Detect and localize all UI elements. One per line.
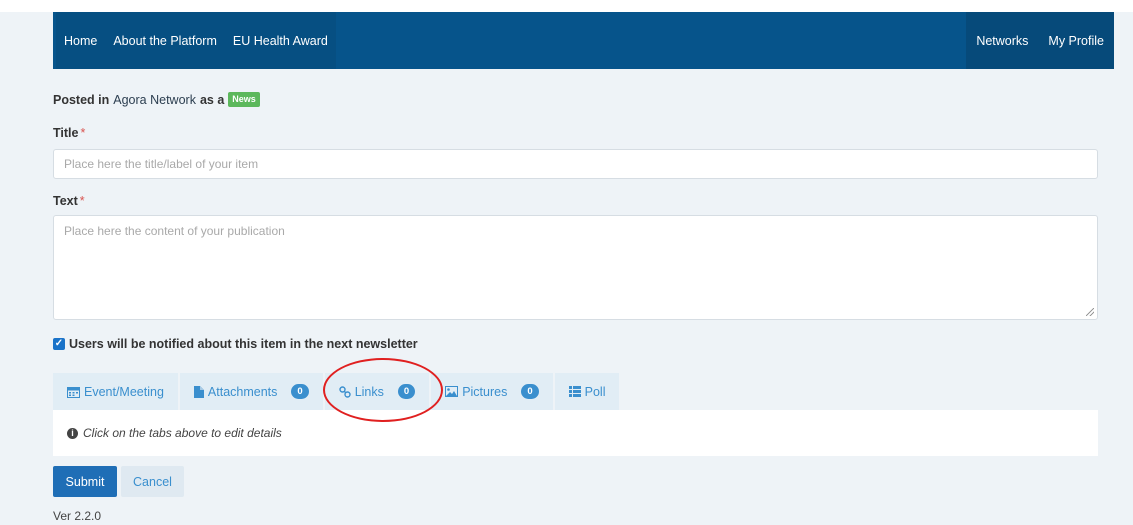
- tab-panel: i Click on the tabs above to edit detail…: [53, 410, 1098, 456]
- nav-networks[interactable]: Networks: [966, 12, 1039, 69]
- nav-home[interactable]: Home: [56, 12, 106, 69]
- version-label: Ver 2.2.0: [53, 509, 102, 523]
- title-label-text: Title: [53, 126, 79, 140]
- posted-prefix: Posted in: [53, 92, 110, 107]
- nav-left-group: Home About the Platform EU Health Award: [53, 12, 336, 69]
- calendar-icon: [67, 386, 80, 398]
- text-label: Text *: [53, 194, 85, 208]
- network-name: Agora Network: [113, 92, 196, 107]
- title-input[interactable]: Place here the title/label of your item: [53, 149, 1098, 179]
- link-icon: [339, 385, 351, 398]
- list-icon: [568, 386, 581, 397]
- nav-eu-health-award[interactable]: EU Health Award: [224, 12, 336, 69]
- tab-pictures[interactable]: Pictures 0: [431, 373, 553, 410]
- notify-label: Users will be notified about this item i…: [69, 337, 418, 351]
- notify-checkbox[interactable]: ✓: [53, 338, 65, 350]
- tab-label: Event/Meeting: [84, 384, 164, 399]
- attachments-count-badge: 0: [291, 384, 309, 399]
- tab-hint-text: Click on the tabs above to edit details: [83, 426, 282, 440]
- links-count-badge: 0: [397, 384, 416, 399]
- top-navbar: Home About the Platform EU Health Award …: [53, 12, 1114, 69]
- posted-in-line: Posted in Agora Network as a News: [53, 92, 260, 107]
- cancel-button[interactable]: Cancel: [121, 466, 184, 497]
- top-strip: [0, 0, 1133, 12]
- detail-tabs: Event/Meeting Attachments 0 Links 0 Pict…: [53, 373, 621, 410]
- nav-my-profile[interactable]: My Profile: [1038, 12, 1114, 69]
- tab-attachments[interactable]: Attachments 0: [179, 373, 323, 410]
- nav-right-group: Networks My Profile: [966, 12, 1114, 69]
- tab-poll[interactable]: Poll: [554, 373, 620, 410]
- pictures-count-badge: 0: [521, 384, 539, 399]
- image-icon: [445, 386, 459, 397]
- text-placeholder: Place here the content of your publicati…: [64, 224, 285, 238]
- tab-label: Pictures: [462, 384, 508, 399]
- required-marker: *: [79, 194, 85, 208]
- posted-as: as a: [199, 92, 225, 107]
- resize-handle[interactable]: [1086, 308, 1094, 316]
- tab-event-meeting[interactable]: Event/Meeting: [53, 373, 178, 410]
- tab-label: Attachments: [207, 384, 278, 399]
- text-textarea[interactable]: Place here the content of your publicati…: [53, 215, 1098, 320]
- nav-about-platform[interactable]: About the Platform: [105, 12, 225, 69]
- submit-button[interactable]: Submit: [53, 466, 117, 497]
- title-label: Title *: [53, 126, 85, 140]
- tab-links[interactable]: Links 0: [324, 373, 430, 410]
- notify-checkbox-row[interactable]: ✓ Users will be notified about this item…: [53, 337, 418, 351]
- required-marker: *: [80, 126, 86, 140]
- file-icon: [193, 385, 204, 398]
- info-icon: i: [67, 427, 78, 439]
- news-badge: News: [228, 92, 260, 107]
- tab-label: Links: [354, 384, 384, 399]
- text-label-text: Text: [53, 194, 78, 208]
- tab-label: Poll: [584, 384, 606, 399]
